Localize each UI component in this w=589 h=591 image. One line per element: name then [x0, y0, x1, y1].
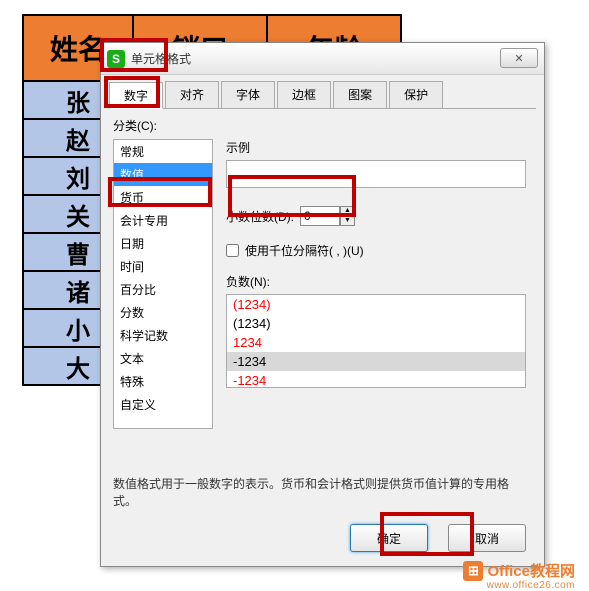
category-label: 分类(C):: [113, 117, 532, 134]
decimal-row: 小数位数(D): ▲ ▼: [226, 206, 526, 226]
cat-scientific[interactable]: 科学记数: [114, 324, 212, 347]
tab-protect[interactable]: 保护: [389, 81, 443, 108]
neg-option[interactable]: (1234): [227, 295, 525, 314]
description-text: 数值格式用于一般数字的表示。货币和会计格式则提供货币值计算的专用格式。: [113, 475, 523, 509]
format-cells-dialog: S 单元格格式 ✕ 数字 对齐 字体 边框 图案 保护 分类(C): 常规 数值…: [100, 42, 545, 567]
spin-up-icon[interactable]: ▲: [340, 206, 355, 216]
thousand-row: 使用千位分隔符( , )(U): [226, 242, 526, 259]
cat-special[interactable]: 特殊: [114, 370, 212, 393]
cat-custom[interactable]: 自定义: [114, 393, 212, 416]
right-pane: 示例 小数位数(D): ▲ ▼ 使用千位分隔符( , )(U) 负数(N):: [226, 139, 526, 388]
decimal-input[interactable]: [300, 206, 340, 226]
tab-align[interactable]: 对齐: [165, 81, 219, 108]
app-icon: S: [107, 50, 125, 68]
office-icon: ⊞: [463, 561, 483, 581]
cat-number[interactable]: 数值: [114, 163, 212, 186]
neg-option[interactable]: 1234: [227, 333, 525, 352]
ok-button[interactable]: 确定: [350, 524, 428, 552]
button-row: 确定 取消: [350, 524, 526, 552]
watermark-url: www.office26.com: [487, 580, 575, 591]
watermark-text: Office教程网: [487, 560, 575, 581]
example-label: 示例: [226, 139, 526, 156]
neg-option[interactable]: -1234: [227, 352, 525, 371]
spin-down-icon[interactable]: ▼: [340, 216, 355, 226]
watermark: ⊞ Office教程网: [463, 560, 575, 581]
cancel-button[interactable]: 取消: [448, 524, 526, 552]
tab-font[interactable]: 字体: [221, 81, 275, 108]
cat-fraction[interactable]: 分数: [114, 301, 212, 324]
thousand-checkbox[interactable]: [226, 244, 239, 257]
tab-pattern[interactable]: 图案: [333, 81, 387, 108]
negative-list[interactable]: (1234) (1234) 1234 -1234 -1234: [226, 294, 526, 388]
close-icon: ✕: [514, 52, 523, 65]
neg-option[interactable]: (1234): [227, 314, 525, 333]
negative-label: 负数(N):: [226, 273, 526, 290]
titlebar[interactable]: S 单元格格式 ✕: [101, 43, 544, 75]
cat-general[interactable]: 常规: [114, 140, 212, 163]
tab-border[interactable]: 边框: [277, 81, 331, 108]
cat-currency[interactable]: 货币: [114, 186, 212, 209]
cat-text[interactable]: 文本: [114, 347, 212, 370]
neg-option[interactable]: -1234: [227, 371, 525, 388]
decimal-spinner[interactable]: ▲ ▼: [300, 206, 355, 226]
category-list[interactable]: 常规 数值 货币 会计专用 日期 时间 百分比 分数 科学记数 文本 特殊 自定…: [113, 139, 213, 429]
dialog-title: 单元格格式: [131, 50, 191, 67]
cat-accounting[interactable]: 会计专用: [114, 209, 212, 232]
decimal-label: 小数位数(D):: [226, 208, 294, 225]
close-button[interactable]: ✕: [500, 48, 538, 68]
tabstrip: 数字 对齐 字体 边框 图案 保护: [109, 81, 536, 109]
tab-number[interactable]: 数字: [109, 82, 163, 109]
cat-percent[interactable]: 百分比: [114, 278, 212, 301]
thousand-label: 使用千位分隔符( , )(U): [245, 242, 364, 259]
example-box: [226, 160, 526, 188]
cat-time[interactable]: 时间: [114, 255, 212, 278]
cat-date[interactable]: 日期: [114, 232, 212, 255]
dialog-body: 分类(C): 常规 数值 货币 会计专用 日期 时间 百分比 分数 科学记数 文…: [101, 109, 544, 519]
